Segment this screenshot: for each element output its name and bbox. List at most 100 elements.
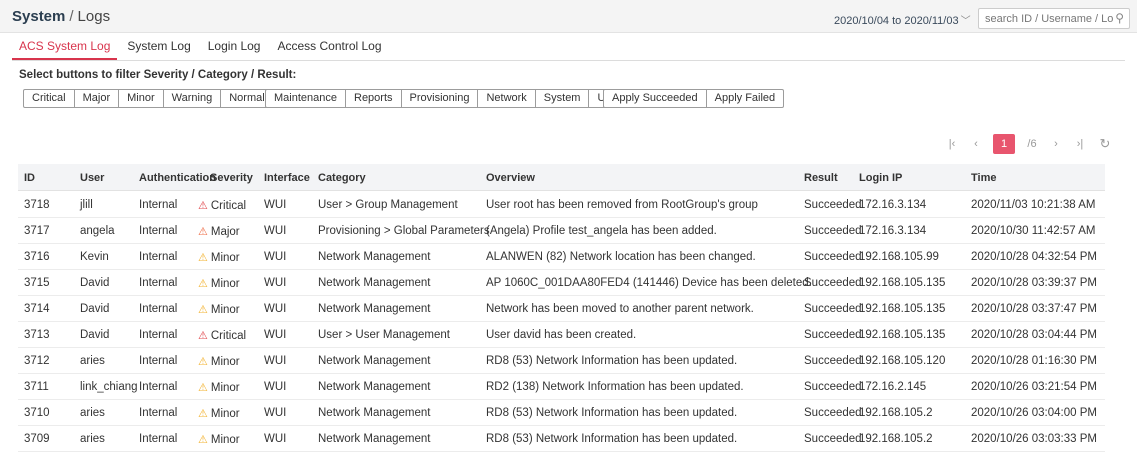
cell-login-ip: 192.168.105.135 bbox=[859, 303, 946, 315]
col-time[interactable]: Time bbox=[971, 172, 996, 184]
cell-authentication: Internal bbox=[139, 303, 178, 315]
severity-label: Minor bbox=[210, 408, 240, 420]
tab-access-control-log[interactable]: Access Control Log bbox=[270, 36, 388, 60]
cell-id: 3709 bbox=[24, 433, 50, 445]
severity-label: Minor bbox=[210, 434, 240, 446]
severity-label: Minor bbox=[210, 252, 240, 264]
severity-label: Critical bbox=[210, 200, 247, 212]
breadcrumb-separator: / bbox=[69, 8, 74, 25]
cell-time: 2020/10/28 03:39:37 PM bbox=[971, 277, 1097, 289]
cell-login-ip: 192.168.105.99 bbox=[859, 251, 939, 263]
warning-icon: ⚠ bbox=[198, 278, 208, 290]
breadcrumb-system[interactable]: System bbox=[12, 8, 65, 25]
table-row[interactable]: 3713 David Internal ⚠ Critical WUI User > User… bbox=[18, 322, 1105, 348]
search-icon[interactable]: ⚲ bbox=[1115, 11, 1124, 25]
cell-category: Network Management bbox=[318, 355, 431, 367]
col-user[interactable]: User bbox=[80, 172, 104, 184]
col-result[interactable]: Result bbox=[804, 172, 838, 184]
table-row[interactable]: 3710 aries Internal ⚠ Minor WUI Network Manage… bbox=[18, 400, 1105, 426]
first-page-icon[interactable]: |‹ bbox=[945, 134, 959, 154]
filter-warning-button[interactable]: Warning bbox=[164, 90, 222, 107]
chevron-right-icon[interactable]: › bbox=[1049, 134, 1063, 154]
severity-label: Minor bbox=[210, 278, 240, 290]
tab-login-log[interactable]: Login Log bbox=[201, 36, 268, 60]
severity-label: Minor bbox=[210, 356, 240, 368]
filter-reports-button[interactable]: Reports bbox=[346, 90, 402, 107]
cell-severity: ⚠ Minor bbox=[198, 433, 240, 446]
warning-icon: ⚠ bbox=[198, 382, 208, 394]
refresh-icon[interactable]: ↻ bbox=[1097, 134, 1113, 154]
cell-user: jlill bbox=[80, 199, 93, 211]
table-row[interactable]: 3716 Kevin Internal ⚠ Minor WUI Network Manage… bbox=[18, 244, 1105, 270]
cell-authentication: Internal bbox=[139, 225, 178, 237]
chevron-left-icon[interactable]: ‹ bbox=[969, 134, 983, 154]
table-row[interactable]: 3715 David Internal ⚠ Minor WUI Network Manage… bbox=[18, 270, 1105, 296]
filter-network-button[interactable]: Network bbox=[478, 90, 536, 107]
filter-system-button[interactable]: System bbox=[536, 90, 590, 107]
cell-result: Succeeded bbox=[804, 277, 862, 289]
cell-result: Succeeded bbox=[804, 329, 862, 341]
date-range-text: 2020/10/04 to 2020/11/03 bbox=[834, 15, 959, 27]
cell-authentication: Internal bbox=[139, 355, 178, 367]
cell-id: 3714 bbox=[24, 303, 50, 315]
cell-interface: WUI bbox=[264, 355, 287, 367]
last-page-icon[interactable]: ›| bbox=[1073, 134, 1087, 154]
col-severity[interactable]: Severity bbox=[210, 172, 253, 184]
cell-user: Kevin bbox=[80, 251, 109, 263]
severity-label: Major bbox=[210, 226, 240, 238]
current-page[interactable]: 1 bbox=[993, 134, 1015, 154]
col-login-ip[interactable]: Login IP bbox=[859, 172, 902, 184]
cell-login-ip: 192.168.105.2 bbox=[859, 433, 933, 445]
filter-major-button[interactable]: Major bbox=[75, 90, 120, 107]
table-row[interactable]: 3718 jlill Internal ⚠ Critical WUI User > Grou… bbox=[18, 192, 1105, 218]
table-row[interactable]: 3709 aries Internal ⚠ Minor WUI Network Manage… bbox=[18, 426, 1105, 452]
cell-severity: ⚠ Minor bbox=[198, 355, 240, 368]
cell-overview: RD8 (53) Network Information has been up… bbox=[486, 355, 738, 367]
cell-authentication: Internal bbox=[139, 199, 178, 211]
warning-icon: ⚠ bbox=[198, 200, 208, 212]
filter-apply-failed-button[interactable]: Apply Failed bbox=[707, 90, 784, 107]
filter-apply-succeeded-button[interactable]: Apply Succeeded bbox=[604, 90, 707, 107]
table-row[interactable]: 3717 angela Internal ⚠ Major WUI Provisioning … bbox=[18, 218, 1105, 244]
search-input[interactable] bbox=[985, 11, 1113, 27]
table-row[interactable]: 3712 aries Internal ⚠ Minor WUI Network Manage… bbox=[18, 348, 1105, 374]
cell-interface: WUI bbox=[264, 407, 287, 419]
table-row[interactable]: 3711 link_chiang Internal ⚠ Minor WUI Network … bbox=[18, 374, 1105, 400]
cell-category: User > Group Management bbox=[318, 199, 458, 211]
cell-category: Network Management bbox=[318, 381, 431, 393]
search-box[interactable]: ⚲ bbox=[978, 8, 1130, 29]
filter-critical-button[interactable]: Critical bbox=[24, 90, 75, 107]
col-authentication[interactable]: Authentication bbox=[139, 172, 216, 184]
cell-interface: WUI bbox=[264, 199, 287, 211]
cell-result: Succeeded bbox=[804, 381, 862, 393]
result-filter-group: Apply Succeeded Apply Failed bbox=[603, 89, 785, 108]
cell-result: Succeeded bbox=[804, 433, 862, 445]
col-overview[interactable]: Overview bbox=[486, 172, 535, 184]
severity-label: Critical bbox=[210, 330, 247, 342]
cell-interface: WUI bbox=[264, 303, 287, 315]
tab-system-log[interactable]: System Log bbox=[120, 36, 197, 60]
cell-time: 2020/10/28 03:04:44 PM bbox=[971, 329, 1097, 341]
cell-id: 3713 bbox=[24, 329, 50, 341]
severity-label: Minor bbox=[210, 382, 240, 394]
col-interface[interactable]: Interface bbox=[264, 172, 310, 184]
cell-login-ip: 172.16.3.134 bbox=[859, 225, 927, 237]
col-category[interactable]: Category bbox=[318, 172, 366, 184]
cell-user: aries bbox=[80, 433, 105, 445]
tab-acs-system-log[interactable]: ACS System Log bbox=[12, 36, 118, 60]
cell-id: 3716 bbox=[24, 251, 50, 263]
table-row[interactable]: 3714 David Internal ⚠ Minor WUI Network Manage… bbox=[18, 296, 1105, 322]
filter-minor-button[interactable]: Minor bbox=[119, 90, 164, 107]
cell-user: David bbox=[80, 329, 110, 341]
filter-maintenance-button[interactable]: Maintenance bbox=[266, 90, 346, 107]
filter-provisioning-button[interactable]: Provisioning bbox=[402, 90, 479, 107]
cell-time: 2020/10/28 04:32:54 PM bbox=[971, 251, 1097, 263]
warning-icon: ⚠ bbox=[198, 356, 208, 368]
cell-id: 3718 bbox=[24, 199, 50, 211]
cell-authentication: Internal bbox=[139, 329, 178, 341]
date-range-picker[interactable]: 2020/10/04 to 2020/11/03 ﹀ bbox=[834, 12, 971, 27]
cell-category: Provisioning > Global Parameters bbox=[318, 225, 490, 237]
cell-user: David bbox=[80, 277, 110, 289]
col-id[interactable]: ID bbox=[24, 172, 35, 184]
cell-overview: User david has been created. bbox=[486, 329, 637, 341]
